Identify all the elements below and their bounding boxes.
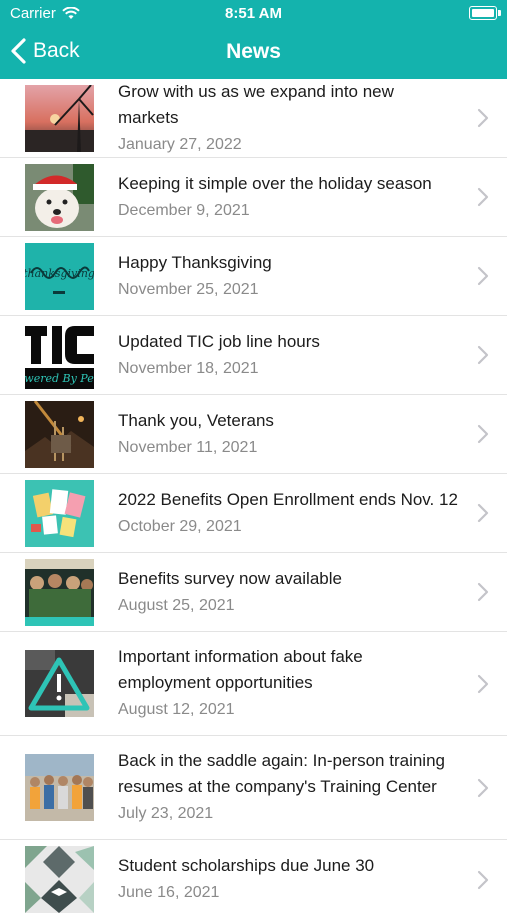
news-thumbnail: thanksgiving [25,243,94,310]
chevron-right-icon [477,870,489,889]
news-item[interactable]: Benefits survey now available August 25,… [0,553,507,632]
news-text: Student scholarships due June 30 June 16… [118,853,459,906]
svg-text:thanksgiving: thanksgiving [25,267,94,280]
news-date: October 29, 2021 [118,517,242,535]
news-text: Back in the saddle again: In-person trai… [118,748,459,827]
chevron-right-icon [477,674,489,693]
news-title: Happy Thanksgiving [118,252,272,272]
news-thumbnail [25,754,94,821]
news-text: Updated TIC job line hours November 18, … [118,329,459,382]
news-thumbnail [25,401,94,468]
news-date: June 16, 2021 [118,884,220,901]
status-bar: Carrier 8:51 AM [0,0,507,28]
news-title: Benefits survey now available [118,568,342,588]
news-item[interactable]: Important information about fake employm… [0,632,507,736]
news-date: January 27, 2022 [118,135,242,153]
svg-text:wered By Pe: wered By Pe [25,372,94,385]
chevron-right-icon [477,778,489,797]
news-title: Back in the saddle again: In-person trai… [118,751,445,796]
chevron-right-icon [477,108,489,128]
news-thumbnail [25,650,94,717]
news-title: Thank you, Veterans [118,410,274,430]
news-text: Thank you, Veterans November 11, 2021 [118,408,459,461]
news-item[interactable]: Thank you, Veterans November 11, 2021 [0,395,507,474]
news-date: August 25, 2021 [118,596,235,614]
page-title: News [226,40,281,63]
news-thumbnail [25,85,94,152]
chevron-right-icon [477,424,489,444]
news-text: Keeping it simple over the holiday seaso… [118,171,459,224]
news-item[interactable]: Student scholarships due June 30 June 16… [0,840,507,919]
news-list: Grow with us as we expand into new marke… [0,79,507,919]
news-text: Important information about fake employm… [118,644,459,723]
chevron-right-icon [477,266,489,286]
news-thumbnail [25,480,94,547]
news-item[interactable]: 2022 Benefits Open Enrollment ends Nov. … [0,474,507,553]
news-thumbnail: wered By Pe [25,322,94,389]
chevron-right-icon [477,187,489,207]
news-thumbnail [25,846,94,913]
news-date: July 23, 2021 [118,805,214,822]
news-date: November 11, 2021 [118,438,258,456]
news-item[interactable]: wered By Pe Updated TIC job line hours N… [0,316,507,395]
news-title: Updated TIC job line hours [118,331,320,351]
chevron-right-icon [477,582,489,602]
news-title: 2022 Benefits Open Enrollment ends Nov. … [118,489,458,509]
news-text: 2022 Benefits Open Enrollment ends Nov. … [118,487,459,540]
news-item[interactable]: Keeping it simple over the holiday seaso… [0,158,507,237]
news-title: Important information about fake employm… [118,647,363,692]
news-text: Grow with us as we expand into new marke… [118,79,459,158]
news-date: November 18, 2021 [118,359,259,377]
top-bar: Carrier 8:51 AM Back News [0,0,507,79]
news-date: August 12, 2021 [118,701,235,718]
news-item[interactable]: Grow with us as we expand into new marke… [0,79,507,158]
news-thumbnail [25,164,94,231]
news-title: Keeping it simple over the holiday seaso… [118,173,432,193]
nav-bar: Back News [0,30,507,75]
news-title: Student scholarships due June 30 [118,856,375,875]
news-date: November 25, 2021 [118,280,259,298]
status-time: 8:51 AM [225,5,282,22]
battery-icon [469,6,501,20]
news-title: Grow with us as we expand into new marke… [118,81,394,127]
news-text: Benefits survey now available August 25,… [118,566,459,619]
news-text: Happy Thanksgiving November 25, 2021 [118,250,459,303]
news-thumbnail [25,559,94,626]
news-date: December 9, 2021 [118,201,250,219]
news-item[interactable]: thanksgiving Happy Thanksgiving November… [0,237,507,316]
chevron-right-icon [477,345,489,365]
chevron-right-icon [477,503,489,523]
news-item[interactable]: Back in the saddle again: In-person trai… [0,736,507,840]
